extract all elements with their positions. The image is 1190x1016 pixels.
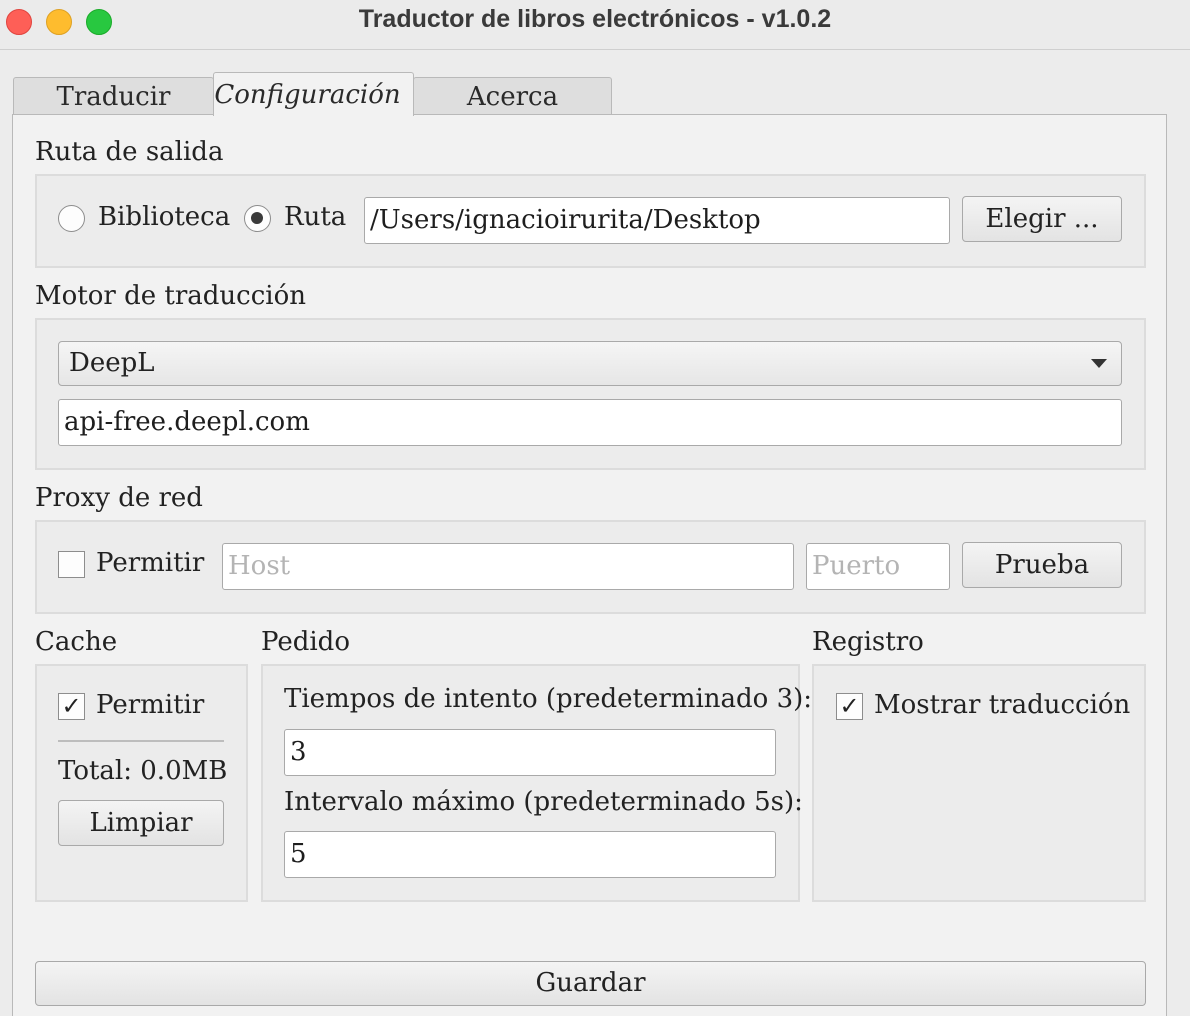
log-title: Registro [812,627,924,657]
interval-label: Intervalo máximo (predeterminado 5s): [284,787,803,817]
proxy-host-input[interactable]: Host [222,543,794,590]
show-translation-checkbox[interactable]: ✓ [836,693,863,720]
output-path-title: Ruta de salida [35,137,224,167]
path-radio-label[interactable]: Ruta [284,202,346,232]
engine-endpoint-input[interactable]: api-free.deepl.com [58,399,1122,446]
output-path-input[interactable]: /Users/ignacioirurita/Desktop [364,197,950,244]
interval-input[interactable]: 5 [284,831,776,878]
library-radio[interactable] [58,205,85,232]
cache-enable-checkbox[interactable]: ✓ [58,693,85,720]
proxy-test-button[interactable]: Prueba [962,542,1122,588]
window-title: Traductor de libros electrónicos - v1.0.… [358,5,832,33]
cache-total: Total: 0.0MB [58,756,228,786]
retry-input[interactable]: 3 [284,729,776,776]
app-window: Traductor de libros electrónicos - v1.0.… [0,0,1190,1016]
cache-clear-button[interactable]: Limpiar [58,800,224,846]
request-title: Pedido [261,627,350,657]
title-bar: Traductor de libros electrónicos - v1.0.… [0,0,1190,50]
tab-about[interactable]: Acerca [413,77,612,115]
proxy-title: Proxy de red [35,483,203,513]
save-button[interactable]: Guardar [35,961,1146,1006]
cache-enable-label[interactable]: Permitir [96,690,204,720]
engine-select[interactable]: DeepL [58,341,1122,386]
choose-path-button[interactable]: Elegir ... [962,196,1122,242]
cache-divider [58,740,224,742]
show-translation-label[interactable]: Mostrar traducción [874,690,1130,720]
proxy-port-input[interactable]: Puerto [806,543,950,590]
path-radio[interactable] [244,205,271,232]
tab-translate[interactable]: Traducir [13,77,214,115]
engine-select-value: DeepL [69,348,155,378]
chevron-down-icon [1091,359,1107,368]
library-radio-label[interactable]: Biblioteca [98,202,230,232]
proxy-enable-label[interactable]: Permitir [96,548,204,578]
proxy-enable-checkbox[interactable] [58,551,85,578]
retry-label: Tiempos de intento (predeterminado 3): [284,684,813,714]
tab-settings[interactable]: Configuración [213,72,414,116]
engine-title: Motor de traducción [35,281,306,311]
cache-title: Cache [35,627,118,657]
